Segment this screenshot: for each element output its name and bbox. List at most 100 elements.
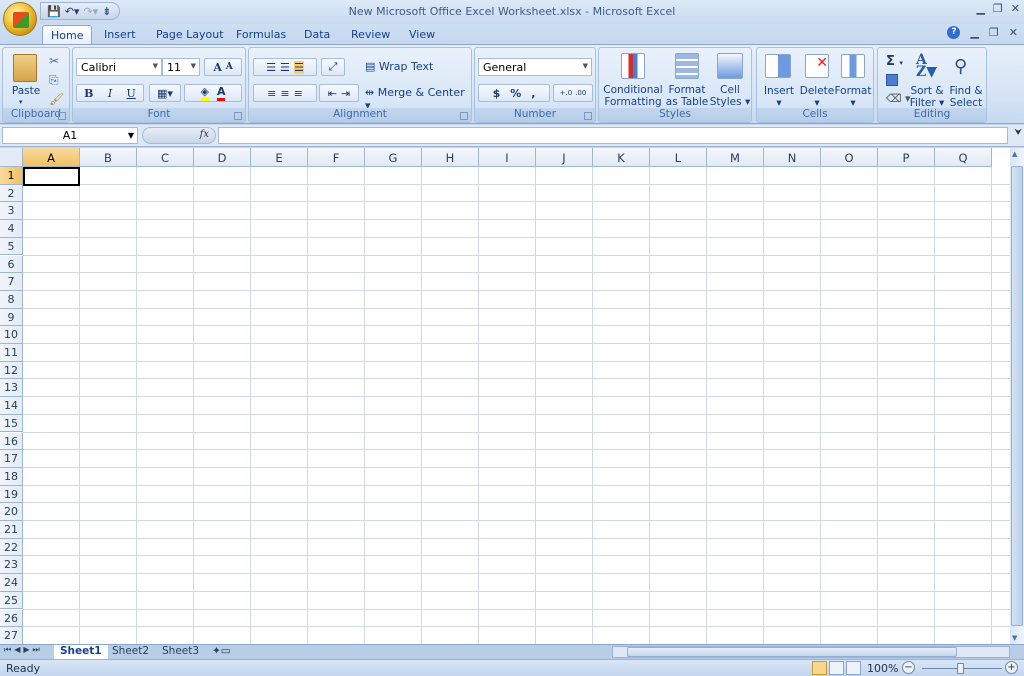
vertical-scrollbar[interactable]: ▲ ▼ (1010, 148, 1024, 644)
tab-home[interactable]: Home (42, 25, 93, 44)
page-break-view-button[interactable] (846, 661, 861, 675)
column-header[interactable]: N (764, 148, 821, 167)
active-cell[interactable] (23, 167, 80, 186)
insert-sheet-button[interactable]: ✦▭ (206, 645, 237, 659)
clear-icon[interactable]: ⌫ ▾ (886, 92, 911, 105)
increase-indent-icon[interactable]: ⇥ (341, 87, 350, 100)
percent-button[interactable]: % (510, 87, 521, 100)
format-button[interactable]: Format ▾ (833, 85, 873, 109)
row-header[interactable]: 19 (0, 485, 23, 504)
column-header[interactable]: B (80, 148, 137, 167)
restore-icon[interactable]: ❐ (993, 2, 1003, 15)
tab-page-layout[interactable]: Page Layout (148, 25, 232, 44)
minimize-icon[interactable]: ▁ (976, 2, 984, 15)
column-header[interactable]: F (308, 148, 365, 167)
column-header[interactable]: L (650, 148, 707, 167)
row-header[interactable]: 14 (0, 397, 23, 415)
column-header[interactable]: K (593, 148, 650, 167)
shrink-font-button[interactable]: A (226, 62, 233, 72)
row-header[interactable]: 27 (0, 627, 23, 644)
doc-restore-icon[interactable]: ❐ (989, 26, 999, 39)
row-header[interactable]: 22 (0, 538, 23, 557)
row-header[interactable]: 11 (0, 344, 23, 362)
column-header[interactable]: H (422, 148, 479, 167)
horizontal-scrollbar[interactable] (612, 646, 1010, 658)
column-header[interactable]: I (479, 148, 536, 167)
row-header[interactable]: 25 (0, 591, 23, 610)
sheet-tab-1[interactable]: Sheet1 (54, 645, 108, 659)
row-header[interactable]: 8 (0, 290, 23, 309)
orientation-button[interactable]: ⤢ (321, 58, 345, 76)
row-header[interactable]: 2 (0, 184, 23, 203)
align-left-icon[interactable]: ≡ (267, 87, 276, 100)
row-header[interactable]: 1 (0, 167, 23, 185)
autosum-button[interactable]: Σ ▾ (886, 54, 903, 69)
dialog-launcher-icon[interactable] (58, 112, 66, 120)
horizontal-scroll-thumb[interactable] (627, 647, 957, 657)
row-header[interactable]: 13 (0, 379, 23, 398)
fill-icon[interactable] (886, 74, 898, 86)
grow-font-button[interactable]: A (213, 61, 222, 74)
font-color-button[interactable]: A (216, 85, 226, 101)
tab-view[interactable]: View (401, 25, 443, 44)
row-header[interactable]: 5 (0, 237, 23, 256)
row-header[interactable]: 26 (0, 609, 23, 628)
column-header[interactable]: D (194, 148, 251, 167)
column-header[interactable]: A (23, 148, 80, 167)
middle-align-icon[interactable]: ☰ (280, 61, 290, 74)
zoom-out-button[interactable]: − (902, 661, 915, 674)
scroll-up-icon[interactable]: ▲ (1012, 150, 1017, 158)
comma-button[interactable]: , (531, 87, 535, 100)
zoom-in-button[interactable]: + (1005, 661, 1018, 674)
help-icon[interactable]: ? (947, 26, 961, 39)
bottom-align-icon[interactable]: ☰ (293, 60, 304, 74)
italic-button[interactable]: I (108, 87, 112, 100)
column-header[interactable]: C (137, 148, 194, 167)
dialog-launcher-icon[interactable] (460, 112, 468, 120)
cell-styles-button[interactable]: Cell Styles ▾ (709, 84, 751, 108)
insert-button[interactable]: Insert ▾ (759, 85, 799, 109)
sheet-nav-buttons[interactable]: ⏮◀▶⏭ (4, 645, 43, 655)
sheet-tab-3[interactable]: Sheet3 (156, 645, 205, 659)
align-center-icon[interactable]: ≡ (280, 87, 289, 100)
tab-review[interactable]: Review (343, 25, 398, 44)
normal-view-button[interactable] (812, 661, 827, 675)
worksheet-grid[interactable]: A B C D E F G H I J K L M N O P Q 1 2 3 4 5 6 7 8 9 10 11 12 13 14 15 16… (0, 148, 1010, 644)
row-header[interactable]: 23 (0, 556, 23, 575)
delete-button[interactable]: Delete ▾ (797, 85, 837, 109)
sheet-tab-2[interactable]: Sheet2 (106, 645, 155, 659)
increase-decimal-button[interactable]: +.0 (560, 89, 573, 97)
column-header[interactable]: Q (935, 148, 992, 167)
paste-button[interactable]: Paste (9, 85, 43, 97)
tab-data[interactable]: Data (296, 25, 338, 44)
tab-formulas[interactable]: Formulas (228, 25, 294, 44)
row-header[interactable]: 3 (0, 202, 23, 221)
row-header[interactable]: 15 (0, 414, 23, 433)
column-header[interactable]: G (365, 148, 422, 167)
font-name-combo[interactable]: Calibri ▼ (76, 58, 162, 76)
decrease-decimal-button[interactable]: .00 (575, 89, 586, 97)
column-header[interactable]: E (251, 148, 308, 167)
row-header[interactable]: 10 (0, 326, 23, 344)
currency-button[interactable]: $ (493, 87, 501, 100)
dialog-launcher-icon[interactable] (584, 112, 592, 120)
align-right-icon[interactable]: ≡ (294, 87, 303, 100)
paste-icon[interactable] (13, 54, 37, 82)
doc-close-icon[interactable]: ✕ (1009, 26, 1018, 39)
column-header[interactable]: P (878, 148, 935, 167)
font-size-combo[interactable]: 11 ▼ (162, 58, 200, 76)
select-all-button[interactable] (0, 148, 23, 167)
row-header[interactable]: 16 (0, 432, 23, 451)
row-header[interactable]: 6 (0, 255, 23, 274)
name-box[interactable]: A1 ▼ (2, 127, 138, 144)
grow-shrink-font[interactable]: A A (204, 58, 242, 76)
zoom-slider-knob[interactable] (957, 663, 964, 674)
cut-icon[interactable]: ✂ (49, 54, 59, 68)
close-icon[interactable]: ✕ (1011, 2, 1020, 15)
row-header[interactable]: 4 (0, 220, 23, 238)
sort-filter-button[interactable]: Sort & Filter ▾ (908, 85, 946, 109)
column-header[interactable]: J (536, 148, 593, 167)
row-header[interactable]: 18 (0, 467, 23, 486)
fill-color-button[interactable]: ◈ (200, 85, 209, 101)
format-painter-icon[interactable]: 🖌 (49, 92, 64, 106)
